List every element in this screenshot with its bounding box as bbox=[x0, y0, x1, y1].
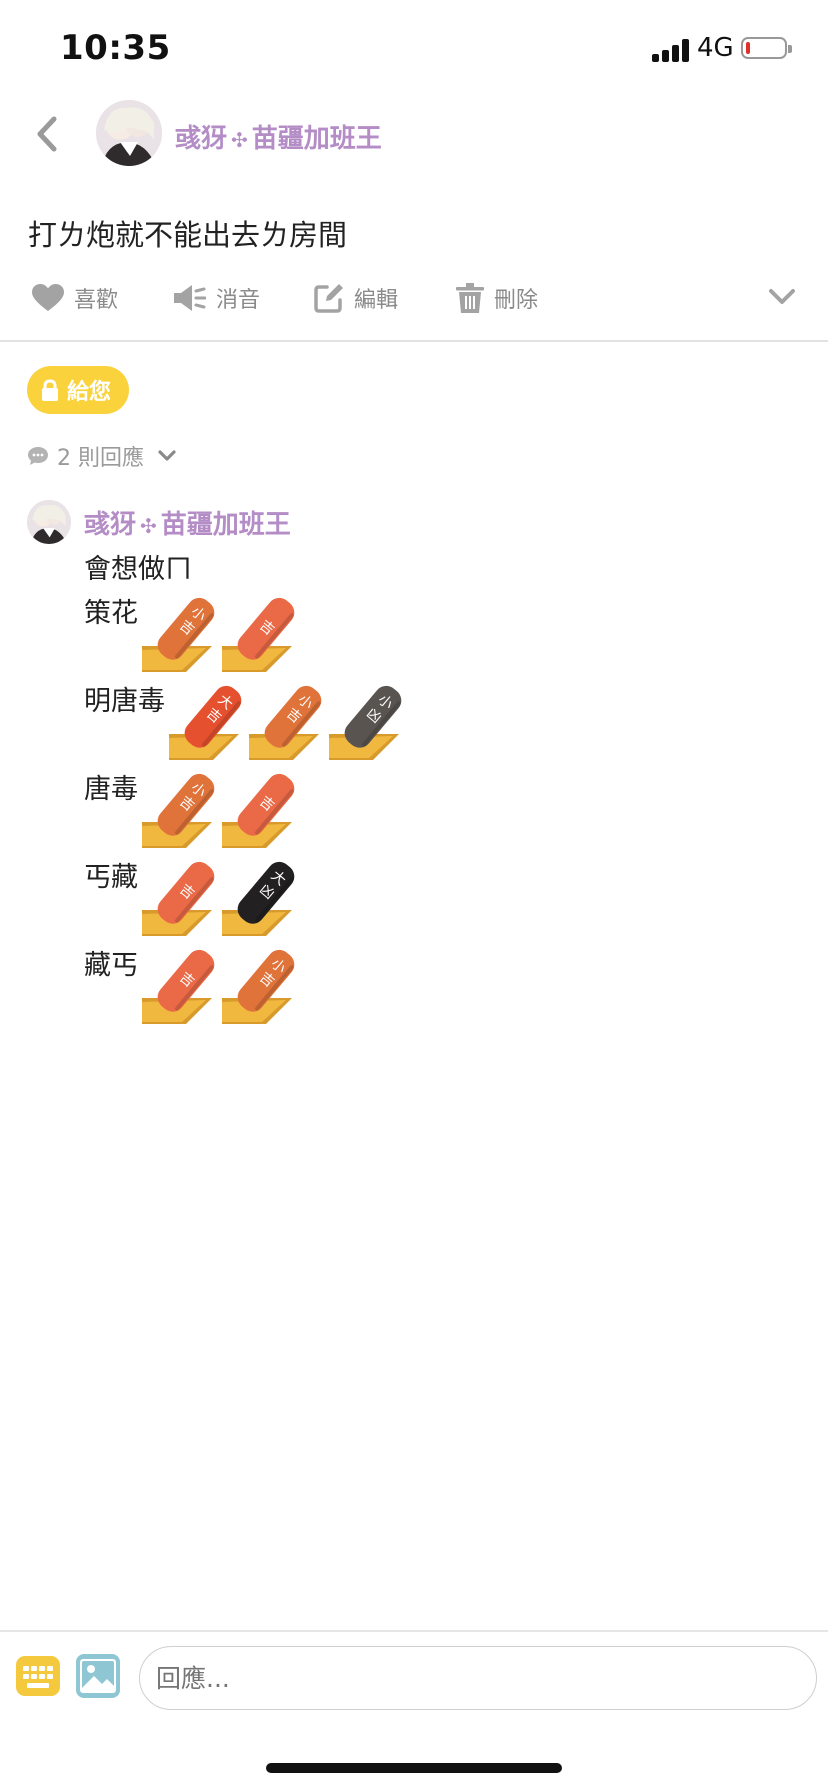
reply-line-label: 藏丐 bbox=[84, 950, 138, 981]
home-indicator bbox=[266, 1763, 562, 1773]
battery-icon bbox=[741, 37, 792, 59]
post-actions: 喜歡 消音 編輯 刪除 bbox=[0, 282, 828, 324]
status-time: 10:35 bbox=[60, 28, 171, 68]
more-actions-button[interactable] bbox=[768, 288, 796, 310]
image-button[interactable] bbox=[76, 1654, 120, 1698]
reply-author-name-separator: ✣ bbox=[140, 514, 157, 538]
reply-line: 策花小吉吉 bbox=[84, 594, 405, 682]
reply-author-name[interactable]: 彧犽 ✣ 苗疆加班王 bbox=[84, 504, 291, 541]
delete-button[interactable]: 刪除 bbox=[456, 282, 538, 314]
reply-author-name-part2: 苗疆加班王 bbox=[160, 510, 291, 540]
heart-icon bbox=[32, 284, 64, 311]
chevron-down-icon bbox=[769, 289, 795, 304]
reply-line-label: 丐藏 bbox=[84, 862, 138, 893]
fortune-sticks: 小吉吉 bbox=[142, 596, 298, 672]
back-button[interactable] bbox=[22, 110, 70, 158]
reply-line-label: 策花 bbox=[84, 598, 138, 629]
author-name-part1: 彧犽 bbox=[175, 124, 228, 154]
actions-divider bbox=[0, 340, 828, 342]
reply-line: 唐毒小吉吉 bbox=[84, 770, 405, 858]
fortune-stick-sticker: 吉 bbox=[222, 597, 295, 672]
delete-label: 刪除 bbox=[494, 288, 539, 313]
replies-toggle[interactable]: 2 則回應 bbox=[27, 440, 176, 472]
reply-line: 藏丐吉小吉 bbox=[84, 946, 405, 1034]
like-button[interactable]: 喜歡 bbox=[32, 282, 118, 314]
author-name-part2: 苗疆加班王 bbox=[251, 124, 382, 154]
fortune-stick-sticker: 吉 bbox=[142, 949, 215, 1024]
edit-label: 編輯 bbox=[354, 288, 399, 313]
reply-intro-text: 會想做ㄇ bbox=[84, 554, 192, 585]
reply-line-label: 明唐毒 bbox=[84, 686, 165, 717]
reply-line: 丐藏吉大凶 bbox=[84, 858, 405, 946]
fortune-stick-sticker: 小吉 bbox=[142, 773, 215, 848]
replies-count-label: 2 則回應 bbox=[57, 446, 144, 471]
reply-author-name-part1: 彧犽 bbox=[84, 510, 137, 540]
trash-icon bbox=[456, 283, 484, 313]
comment-icon bbox=[28, 447, 48, 465]
like-label: 喜歡 bbox=[74, 288, 119, 313]
image-icon bbox=[80, 1659, 116, 1693]
fortune-sticks: 小吉吉 bbox=[142, 772, 298, 848]
edit-icon bbox=[314, 284, 343, 313]
mute-label: 消音 bbox=[216, 288, 261, 313]
fortune-sticks: 吉大凶 bbox=[142, 860, 298, 936]
author-name-separator: ✣ bbox=[231, 128, 248, 152]
reply-author-avatar[interactable] bbox=[27, 500, 71, 544]
fortune-stick-sticker: 吉 bbox=[222, 773, 295, 848]
mute-button[interactable]: 消音 bbox=[172, 282, 260, 314]
fortune-stick-sticker: 吉 bbox=[142, 861, 215, 936]
fortune-stick-sticker: 大凶 bbox=[222, 861, 295, 936]
fortune-stick-sticker: 小吉 bbox=[142, 597, 215, 672]
keyboard-button[interactable] bbox=[16, 1656, 60, 1696]
fortune-sticks: 大吉小吉小凶 bbox=[169, 684, 405, 760]
fortune-sticks: 吉小吉 bbox=[142, 948, 298, 1024]
reply-composer bbox=[0, 1630, 828, 1742]
reply-line: 明唐毒大吉小吉小凶 bbox=[84, 682, 405, 770]
reply-line-label: 唐毒 bbox=[84, 774, 138, 805]
post-title: 打ㄌ炮就不能出去ㄌ房間 bbox=[28, 218, 348, 252]
fortune-stick-sticker: 大吉 bbox=[169, 685, 242, 760]
status-bar: 10:35 4G bbox=[0, 0, 828, 100]
chevron-down-icon bbox=[158, 450, 176, 461]
lock-icon bbox=[42, 379, 58, 401]
fortune-stick-sticker: 小吉 bbox=[222, 949, 295, 1024]
fortune-stick-sticker: 小吉 bbox=[249, 685, 322, 760]
author-avatar[interactable] bbox=[96, 100, 162, 166]
post-header: 彧犽 ✣ 苗疆加班王 bbox=[0, 96, 828, 176]
visibility-badge-label: 給您 bbox=[67, 380, 112, 405]
fortune-stick-sticker: 小凶 bbox=[329, 685, 402, 760]
reply-body: 會想做ㄇ 策花小吉吉明唐毒大吉小吉小凶唐毒小吉吉丐藏吉大凶藏丐吉小吉 bbox=[84, 550, 405, 1034]
network-type: 4G bbox=[697, 33, 734, 63]
back-chevron-icon bbox=[37, 116, 57, 152]
speaker-mute-icon bbox=[174, 285, 206, 311]
reply-input[interactable] bbox=[139, 1646, 817, 1710]
edit-button[interactable]: 編輯 bbox=[314, 282, 398, 314]
reply-intro: 會想做ㄇ bbox=[84, 550, 405, 594]
author-name[interactable]: 彧犽 ✣ 苗疆加班王 bbox=[175, 118, 382, 155]
visibility-badge[interactable]: 給您 bbox=[27, 366, 130, 414]
